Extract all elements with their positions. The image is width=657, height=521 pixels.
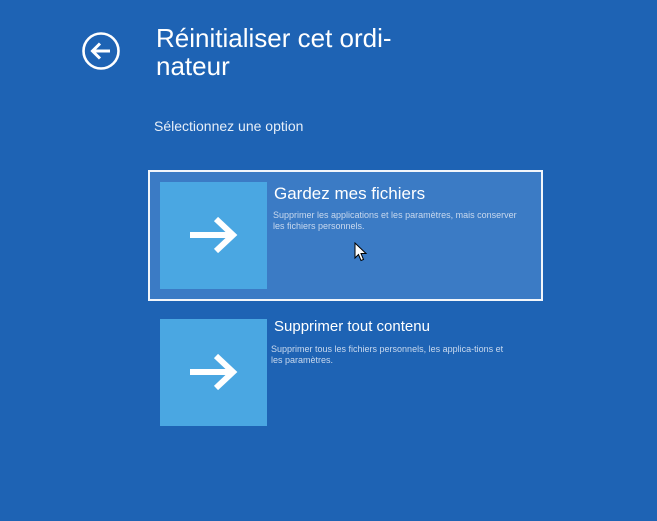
keep-my-files-option[interactable]: Gardez mes fichiers Supprimer les applic… [148, 170, 543, 301]
option-tile [160, 182, 267, 289]
remove-everything-option[interactable]: Supprimer tout contenu Supprimer tous le… [148, 307, 543, 438]
page-title: Réinitialiser cet ordi- nateur [156, 23, 392, 81]
back-button[interactable] [81, 31, 121, 71]
option-title: Supprimer tout contenu [274, 318, 430, 335]
back-arrow-icon [81, 31, 121, 71]
option-description: Supprimer tous les fichiers personnels, … [271, 344, 504, 365]
option-title: Gardez mes fichiers [274, 184, 426, 203]
page-subtitle: Sélectionnez une option [154, 118, 304, 134]
option-tile [160, 319, 267, 426]
option-description: Supprimer les applications et les paramè… [273, 210, 517, 231]
